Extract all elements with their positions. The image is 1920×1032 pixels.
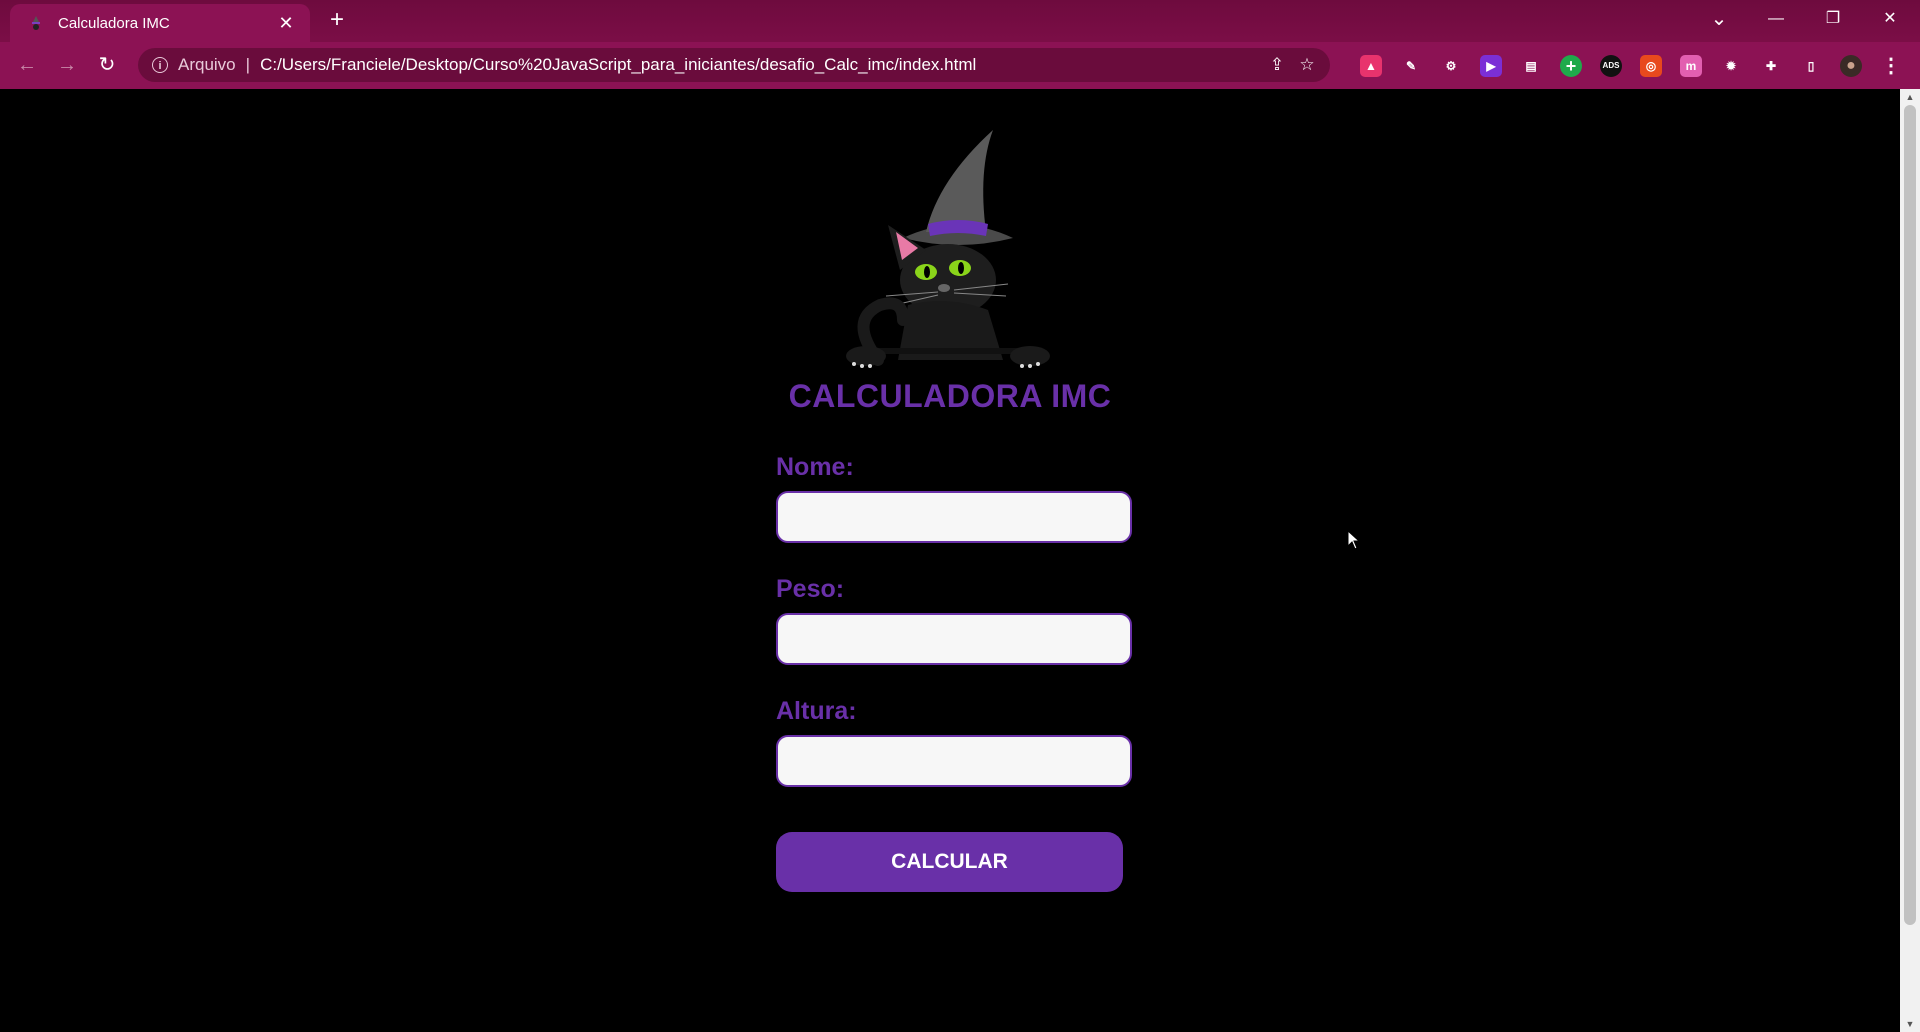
new-tab-button[interactable]: + xyxy=(324,7,350,33)
target-ext-icon[interactable]: ◎ xyxy=(1640,55,1662,77)
reload-button[interactable]: ↻ xyxy=(92,50,122,80)
page-title: CALCULADORA IMC xyxy=(788,378,1112,414)
profile-ext-icon[interactable]: ▲ xyxy=(1360,55,1382,77)
height-label: Altura: xyxy=(776,697,857,725)
tab-strip: Calculadora IMC ✕ + ⌄ — ❐ ✕ xyxy=(0,0,1920,42)
bookmark-star-icon[interactable]: ☆ xyxy=(1292,55,1322,75)
height-input[interactable] xyxy=(776,735,1132,787)
gear-ext-icon[interactable]: ⚙ xyxy=(1440,55,1462,77)
tab-title: Calculadora IMC xyxy=(58,14,170,32)
sidepanel-icon[interactable]: ▯ xyxy=(1800,55,1822,77)
witch-cat-logo xyxy=(846,130,1050,368)
forward-button[interactable]: → xyxy=(52,50,82,80)
share-icon[interactable]: ⇪ xyxy=(1262,55,1292,75)
video-ext-icon[interactable]: ▶ xyxy=(1480,55,1502,77)
restore-button[interactable]: ❐ xyxy=(1805,0,1861,40)
name-label: Nome: xyxy=(776,453,854,481)
address-bar[interactable]: i Arquivo | C:/Users/Franciele/Desktop/C… xyxy=(138,48,1330,82)
plus-ext-icon[interactable]: + xyxy=(1560,55,1582,77)
close-window-button[interactable]: ✕ xyxy=(1862,0,1918,40)
scroll-thumb[interactable] xyxy=(1904,105,1916,925)
menu-icon[interactable]: ⋮ xyxy=(1880,55,1902,77)
url-scheme-label: Arquivo xyxy=(178,55,236,74)
weight-label: Peso: xyxy=(776,575,845,603)
m-ext-icon[interactable]: m xyxy=(1680,55,1702,77)
browser-tab[interactable]: Calculadora IMC ✕ xyxy=(10,4,310,42)
tab-search-icon[interactable]: ⌄ xyxy=(1691,0,1747,40)
favicon-icon xyxy=(32,16,40,30)
browser-chrome: Calculadora IMC ✕ + ⌄ — ❐ ✕ ← → ↻ i Arqu… xyxy=(0,0,1920,89)
burst-ext-icon[interactable]: ✹ xyxy=(1720,55,1742,77)
calculate-button[interactable]: CALCULAR xyxy=(776,832,1123,892)
url-separator: | xyxy=(245,55,251,74)
url-text[interactable]: C:/Users/Franciele/Desktop/Curso%20JavaS… xyxy=(260,55,1262,75)
mouse-cursor-icon xyxy=(1347,530,1361,550)
minimize-button[interactable]: — xyxy=(1748,0,1804,40)
scroll-up-icon[interactable]: ▲ xyxy=(1905,92,1915,102)
weight-input[interactable] xyxy=(776,613,1132,665)
tab-close-icon[interactable]: ✕ xyxy=(276,13,296,34)
puzzle-icon[interactable]: ✚ xyxy=(1760,55,1782,77)
name-input[interactable] xyxy=(776,491,1132,543)
pen-ext-icon[interactable]: ✎ xyxy=(1400,55,1422,77)
avatar[interactable]: ● xyxy=(1840,55,1862,77)
ads-ext-icon[interactable]: ADS xyxy=(1600,55,1622,77)
back-button[interactable]: ← xyxy=(12,50,42,80)
scroll-down-icon[interactable]: ▼ xyxy=(1905,1019,1915,1029)
info-icon[interactable]: i xyxy=(152,57,168,73)
browser-toolbar: ← → ↻ i Arquivo | C:/Users/Franciele/Des… xyxy=(0,42,1920,89)
vertical-scrollbar[interactable]: ▲ ▼ xyxy=(1900,89,1920,1032)
card-ext-icon[interactable]: ▤ xyxy=(1520,55,1542,77)
